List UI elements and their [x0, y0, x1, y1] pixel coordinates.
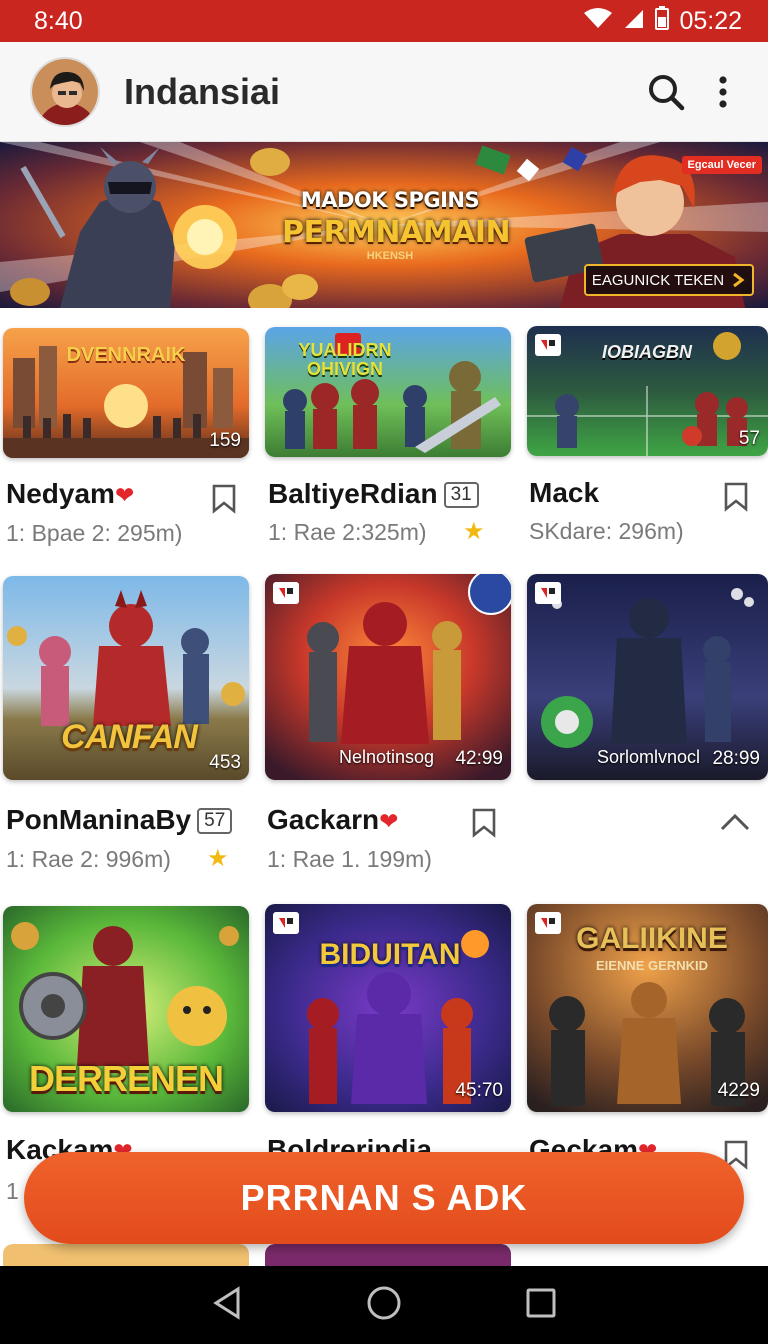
- avatar[interactable]: [30, 56, 100, 127]
- star-icon: ★: [207, 845, 229, 872]
- status-clock: 05:22: [679, 6, 742, 35]
- video-thumbnail[interactable]: DERRENEN: [3, 906, 249, 1112]
- video-duration: 57: [738, 428, 760, 449]
- bookmark-icon[interactable]: [211, 484, 237, 514]
- heart-icon: ❤: [379, 808, 399, 834]
- video-meta: 1: Bpae 2: 295m): [6, 520, 183, 546]
- video-duration: 4229: [717, 1080, 760, 1101]
- video-title-text: PonManinaBy: [6, 804, 192, 835]
- video-meta: SKdare: 296m): [529, 518, 684, 544]
- video-title: Nedyam❤: [6, 478, 134, 510]
- bookmark-icon[interactable]: [723, 482, 749, 512]
- wifi-icon: [583, 7, 613, 36]
- video-thumbnail[interactable]: CANFAN 453: [3, 576, 249, 780]
- video-thumbnail[interactable]: BIDUITAN 45:70: [265, 904, 511, 1112]
- star-icon: ★: [463, 518, 485, 545]
- signal-icon: [623, 7, 645, 36]
- chevron-up-icon[interactable]: [719, 812, 751, 832]
- banner-title-line1: MADOK SPGINS: [300, 188, 480, 212]
- video-title: Mack: [529, 477, 600, 508]
- video-meta: 1: [6, 1178, 19, 1204]
- thumbnail-title: DERRENEN: [28, 1058, 224, 1099]
- banner-tag: Egcaul Vecer: [681, 156, 762, 174]
- status-icons: 05:22: [583, 5, 742, 37]
- video-thumbnail[interactable]: IOBIAGBN 57: [527, 326, 768, 456]
- primary-cta-button[interactable]: PRRNAN S ADK: [24, 1152, 744, 1244]
- play-badge: [535, 582, 561, 604]
- more-vert-icon[interactable]: [708, 64, 738, 120]
- search-icon[interactable]: [638, 64, 694, 120]
- video-title: Gackarn❤: [267, 804, 398, 836]
- thumbnail-subtitle: EIENNE GERNKID: [596, 958, 708, 973]
- video-title: PonManinaBy 57: [6, 804, 233, 836]
- next-thumbnail: [3, 1244, 249, 1266]
- recents-icon[interactable]: [526, 1288, 556, 1323]
- video-duration: 28:99: [712, 748, 760, 769]
- home-icon[interactable]: [366, 1285, 402, 1326]
- app-bar: Indansiai: [0, 42, 768, 142]
- banner-title-line2: PERMNAMAIN: [282, 215, 511, 250]
- thumbnail-title: CANFAN: [61, 718, 198, 756]
- video-meta: 1: Rae 2: 996m): [6, 846, 171, 872]
- system-nav-bar: [0, 1266, 768, 1344]
- battery-icon: [655, 5, 670, 37]
- chevron-right-icon: [733, 272, 745, 288]
- thumbnail-title: GALIIKINE: [576, 922, 728, 955]
- banner-cta-label: EAGUNICK TEKEN: [591, 271, 725, 289]
- count-badge: 31: [443, 482, 479, 508]
- play-badge: [535, 334, 561, 356]
- thumbnail-title: DVENNRAIK: [66, 344, 186, 366]
- next-thumbnail: [265, 1244, 511, 1266]
- bookmark-icon[interactable]: [471, 808, 497, 838]
- video-thumbnail[interactable]: YUALIDRN OHIVIGN: [265, 327, 511, 457]
- status-time: 8:40: [34, 6, 83, 35]
- thumbnail-title: YUALIDRN OHIVIGN: [298, 340, 392, 379]
- play-badge: [273, 582, 299, 604]
- heart-icon: ❤: [114, 482, 135, 508]
- video-title: BaltiyeRdian 31: [268, 478, 479, 510]
- back-icon[interactable]: [212, 1285, 242, 1325]
- video-title-text: Gackarn: [267, 804, 380, 835]
- video-duration: 453: [209, 752, 241, 773]
- video-title-text: Nedyam: [6, 478, 115, 509]
- video-meta: 1: Rae 1. 199m): [267, 846, 432, 872]
- count-badge: 57: [197, 808, 233, 834]
- status-bar: 8:40 05:22: [0, 0, 768, 42]
- thumbnail-title: IOBIAGBN: [602, 342, 692, 362]
- promo-banner[interactable]: Egcaul Vecer MADOK SPGINS PERMNAMAIN HKE…: [0, 142, 768, 308]
- video-thumbnail[interactable]: GALIIKINE EIENNE GERNKID 4229: [527, 904, 768, 1112]
- video-duration: 159: [209, 430, 241, 451]
- video-duration: 45:70: [455, 1080, 503, 1101]
- banner-subtitle: HKENSH: [366, 250, 414, 262]
- app-title: Indansiai: [124, 70, 281, 112]
- video-title-text: BaltiyeRdian: [268, 478, 438, 509]
- thumbnail-caption: Nelnotinsog: [339, 747, 435, 767]
- video-meta: 1: Rae 2:325m): [268, 519, 427, 545]
- thumbnail-caption: Sorlomlvnocl: [597, 747, 701, 767]
- video-thumbnail[interactable]: Nelnotinsog 42:99: [265, 574, 511, 780]
- video-thumbnail[interactable]: Sorlomlvnocl 28:99: [527, 574, 768, 780]
- banner-cta-button[interactable]: EAGUNICK TEKEN: [584, 264, 754, 296]
- video-thumbnail[interactable]: DVENNRAIK 159: [3, 328, 249, 458]
- video-duration: 42:99: [455, 748, 503, 769]
- thumbnail-title: BIDUITAN: [319, 938, 461, 971]
- play-badge: [273, 912, 299, 934]
